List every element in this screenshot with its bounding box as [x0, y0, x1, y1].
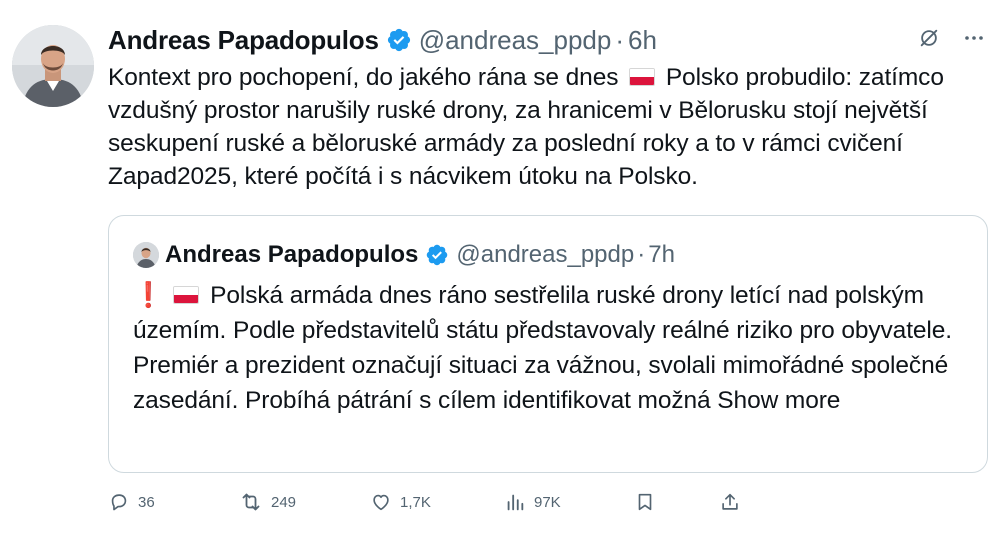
action-bar: 36 249 1,7K 97K — [108, 486, 988, 518]
tweet-text-part-1: Kontext pro pochopení, do jakého rána se… — [108, 64, 619, 91]
tweet-header: Andreas Papadopulos @andreas_ppdp · 6h — [108, 20, 657, 60]
reply-count: 36 — [138, 493, 155, 511]
quoted-author-handle[interactable]: @andreas_ppdp — [456, 241, 634, 269]
tweet-timestamp[interactable]: 6h — [628, 25, 657, 56]
quoted-tweet-text: ❗ Polská armáda dnes ráno sestřelila rus… — [133, 278, 973, 418]
like-button[interactable]: 1,7K — [370, 491, 504, 513]
author-handle[interactable]: @andreas_ppdp — [419, 25, 612, 56]
grok-icon[interactable] — [918, 27, 940, 49]
repost-icon — [239, 490, 263, 514]
share-button[interactable] — [719, 491, 741, 513]
quoted-tweet-timestamp[interactable]: 7h — [648, 241, 675, 269]
bookmark-icon — [634, 491, 656, 513]
repost-count: 249 — [271, 493, 297, 511]
poland-flag-icon — [629, 68, 656, 86]
repost-button[interactable]: 249 — [239, 490, 370, 514]
separator-dot: · — [615, 24, 625, 55]
reply-icon — [108, 491, 130, 513]
quoted-author-name[interactable]: Andreas Papadopulos — [165, 241, 418, 269]
show-more-link[interactable]: Show more — [717, 387, 840, 414]
tweet-text: Kontext pro pochopení, do jakého rána se… — [108, 61, 988, 193]
like-icon — [370, 491, 392, 513]
author-name[interactable]: Andreas Papadopulos — [108, 25, 379, 56]
top-right-actions — [918, 26, 986, 50]
author-avatar[interactable] — [12, 25, 94, 107]
verified-badge-icon — [386, 27, 412, 53]
separator-dot: · — [637, 241, 646, 268]
exclamation-icon: ❗ — [133, 282, 164, 309]
more-icon[interactable] — [962, 26, 986, 50]
like-count: 1,7K — [400, 493, 431, 511]
views-button[interactable]: 97K — [504, 491, 634, 513]
quoted-tweet[interactable]: Andreas Papadopulos @andreas_ppdp · 7h ❗… — [108, 215, 988, 473]
share-icon — [719, 491, 741, 513]
poland-flag-icon — [173, 286, 200, 304]
views-icon — [504, 491, 526, 513]
quoted-author-avatar[interactable] — [133, 242, 159, 268]
reply-button[interactable]: 36 — [108, 491, 239, 513]
tweet[interactable]: Andreas Papadopulos @andreas_ppdp · 6h K… — [0, 0, 1000, 534]
verified-badge-icon — [425, 243, 449, 267]
avatar-photo — [12, 25, 94, 107]
views-count: 97K — [534, 493, 561, 511]
quoted-tweet-header: Andreas Papadopulos @andreas_ppdp · 7h — [133, 238, 675, 272]
bookmark-button[interactable] — [634, 491, 719, 513]
